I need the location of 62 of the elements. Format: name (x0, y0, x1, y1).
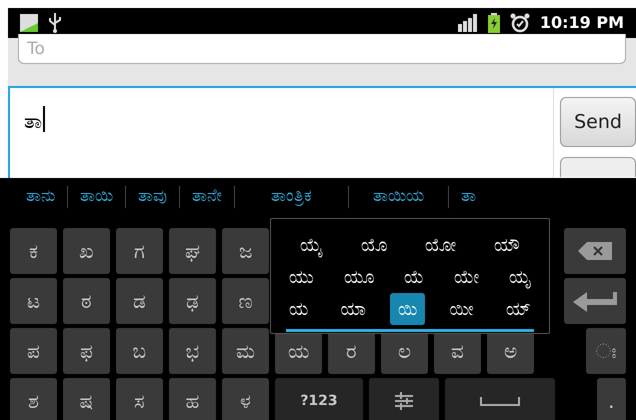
variant-key[interactable]: ಯೇ (446, 261, 487, 293)
suggestion[interactable]: ತಾನು (26, 184, 55, 210)
backspace-icon (578, 242, 612, 260)
alarm-clock-icon (510, 13, 530, 33)
suggestion[interactable]: ತಾವು (138, 184, 167, 210)
usb-icon (48, 13, 62, 33)
variant-key[interactable]: ಯು (281, 261, 322, 293)
suggestion[interactable]: ತಾಯಿ (80, 184, 113, 210)
symbols-key[interactable]: ?123 (275, 378, 363, 420)
suggestion[interactable]: ತಾ (461, 184, 476, 210)
data-icon (20, 14, 38, 32)
key[interactable]: ಡ (116, 278, 163, 324)
variant-key[interactable]: ಯೌ (486, 229, 528, 261)
key[interactable]: ಣ (222, 278, 269, 324)
key[interactable]: ಟ (10, 278, 57, 324)
key[interactable]: ಢ (169, 278, 216, 324)
key[interactable]: ಹ (169, 378, 216, 420)
key[interactable]: ಪ (10, 328, 57, 374)
key[interactable]: ಳ (222, 378, 269, 420)
suggestion[interactable]: ತಾಂತ್ರಿಕ (247, 184, 336, 210)
key[interactable]: . (596, 378, 626, 420)
backspace-key[interactable] (564, 228, 626, 274)
key[interactable]: ಷ (63, 378, 110, 420)
to-field[interactable]: To (18, 34, 626, 64)
space-key[interactable] (445, 378, 555, 420)
variant-key[interactable]: ಯೆ (396, 261, 432, 293)
key[interactable]: ಜ (222, 228, 269, 274)
signal-icon (458, 14, 478, 32)
key[interactable]: ಘ (169, 228, 216, 274)
clock-time: 10:19 PM (540, 12, 624, 34)
key[interactable]: ಬ (116, 328, 163, 374)
suggestion[interactable]: ತಾಯಿಯ (361, 184, 436, 210)
key[interactable]: ಶ (10, 378, 57, 420)
sliders-icon (393, 391, 415, 411)
variant-key[interactable]: ಯ (281, 293, 316, 325)
variant-key[interactable]: ಯಾ (332, 293, 374, 325)
key[interactable]: ಖ (63, 228, 110, 274)
enter-icon (573, 290, 617, 312)
variant-key[interactable]: ಯೊ (353, 229, 395, 261)
variant-key[interactable]: ಯೂ (336, 261, 382, 293)
key[interactable]: ಃ (586, 328, 626, 374)
variant-key[interactable]: ಯಿ (390, 293, 425, 325)
suggestion[interactable]: ತಾನೇ (192, 184, 222, 210)
key[interactable]: ಮ (222, 328, 269, 374)
attach-button[interactable] (560, 157, 636, 177)
settings-key[interactable] (369, 378, 439, 420)
key[interactable]: ಫ (63, 328, 110, 374)
variant-key[interactable]: ಯೋ (417, 229, 464, 261)
variant-key[interactable]: ಯೃ (501, 261, 539, 293)
key[interactable]: ಭ (169, 328, 216, 374)
key[interactable]: ಸ (116, 378, 163, 420)
space-icon (480, 396, 520, 406)
variant-key[interactable]: ಯ್ (498, 293, 539, 325)
send-button[interactable]: Send (560, 97, 636, 147)
enter-key[interactable] (564, 278, 626, 324)
key[interactable]: ಕ (10, 228, 57, 274)
battery-icon (488, 13, 500, 33)
variant-key[interactable]: ಯೀ (442, 293, 482, 325)
key[interactable]: ಠ (63, 278, 110, 324)
key[interactable]: ಗ (116, 228, 163, 274)
message-text: ತಾ (24, 108, 42, 135)
variant-key[interactable]: ಯೈ (292, 229, 331, 261)
